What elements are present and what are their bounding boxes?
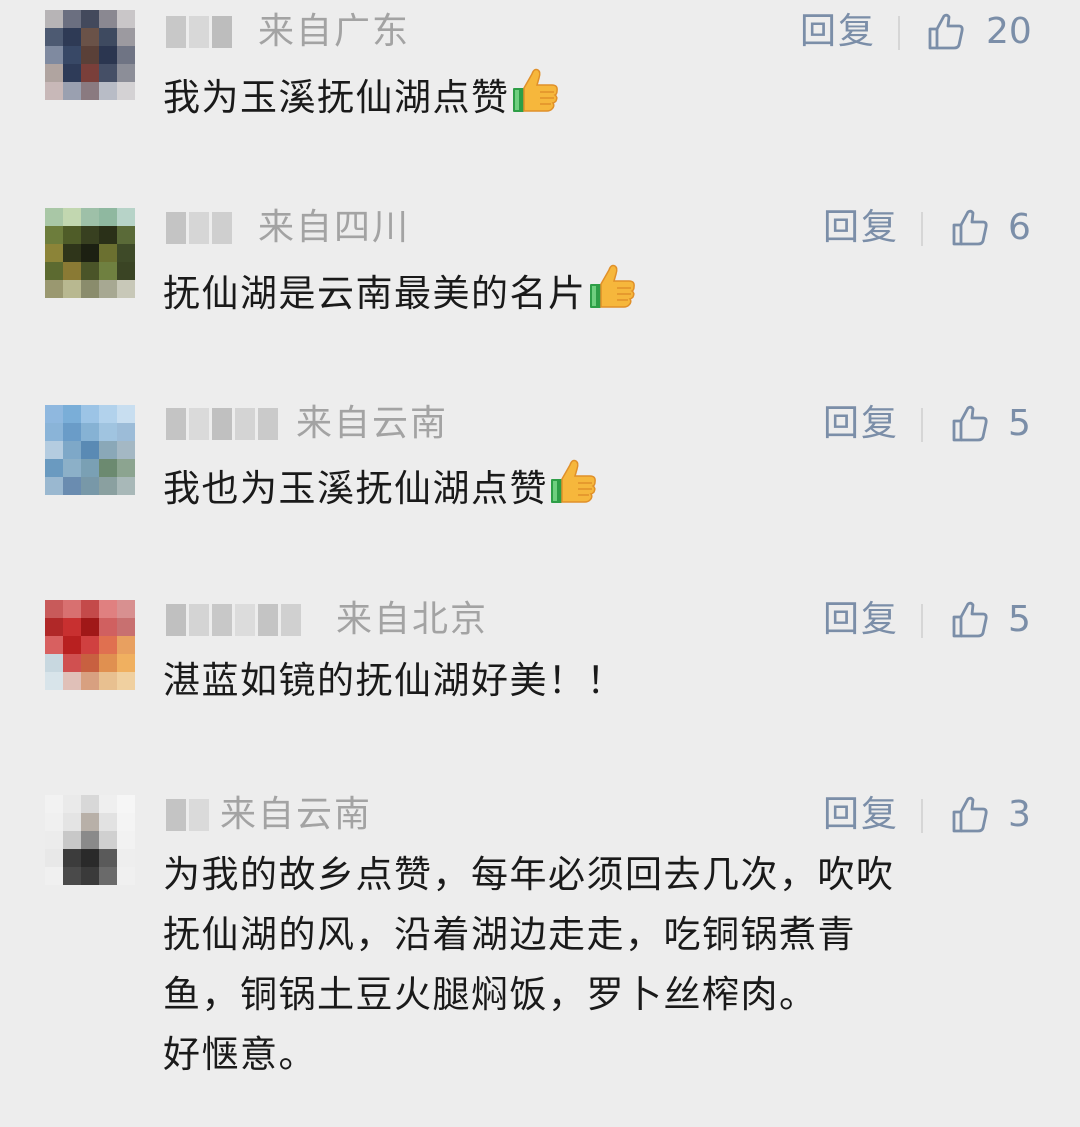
comment-text-line: 抚仙湖的风，沿着湖边走走，吃铜锅煮青 xyxy=(163,913,856,956)
avatar[interactable] xyxy=(45,600,135,690)
username-blurred[interactable] xyxy=(166,14,232,50)
comment-text: 抚仙湖是云南最美的名片 xyxy=(163,260,1033,324)
comment-text-content: 湛蓝如镜的抚仙湖好美！！ xyxy=(163,659,625,702)
like-count: 20 xyxy=(986,11,1032,52)
username-blurred[interactable] xyxy=(166,210,232,246)
divider xyxy=(898,16,900,50)
avatar[interactable] xyxy=(45,10,135,100)
region-label: 来自四川 xyxy=(258,207,411,248)
username-blurred[interactable] xyxy=(166,602,301,638)
divider xyxy=(921,604,923,638)
reply-button[interactable]: 回复 xyxy=(823,797,899,833)
avatar[interactable] xyxy=(45,208,135,298)
like-count: 5 xyxy=(1008,599,1031,640)
thumbs-up-outline-icon[interactable] xyxy=(926,12,966,52)
comment-text: 湛蓝如镜的抚仙湖好美！！ xyxy=(163,651,1033,711)
region-label: 来自广东 xyxy=(258,11,411,52)
comment-text-line: 鱼，铜锅土豆火腿焖饭，罗卜丝榨肉。 xyxy=(163,973,818,1016)
comment-text-content: 我也为玉溪抚仙湖点赞 xyxy=(163,467,548,510)
reply-button[interactable]: 回复 xyxy=(800,14,876,50)
thumbs-up-emoji-icon xyxy=(510,64,562,116)
comment-text: 我也为玉溪抚仙湖点赞 xyxy=(163,455,1033,519)
avatar[interactable] xyxy=(45,405,135,495)
thumbs-up-outline-icon[interactable] xyxy=(950,404,990,444)
region-label: 来自云南 xyxy=(296,403,449,444)
comment-text-line: 好惬意。 xyxy=(163,1033,317,1076)
thumbs-up-outline-icon[interactable] xyxy=(950,208,990,248)
region-label: 来自北京 xyxy=(336,599,489,640)
divider xyxy=(921,408,923,442)
divider xyxy=(921,212,923,246)
thumbs-up-emoji-icon xyxy=(587,260,639,312)
reply-button[interactable]: 回复 xyxy=(823,210,899,246)
reply-button[interactable]: 回复 xyxy=(823,406,899,442)
like-count: 3 xyxy=(1008,794,1031,835)
comment-text-content: 我为玉溪抚仙湖点赞 xyxy=(163,76,510,119)
username-blurred[interactable] xyxy=(166,797,209,833)
comment-text-content: 抚仙湖是云南最美的名片 xyxy=(163,272,587,315)
like-count: 6 xyxy=(1008,207,1031,248)
comment-text-line: 为我的故乡点赞，每年必须回去几次，吹吹 xyxy=(163,853,895,896)
reply-button[interactable]: 回复 xyxy=(823,602,899,638)
divider xyxy=(921,799,923,833)
like-count: 5 xyxy=(1008,403,1031,444)
region-label: 来自云南 xyxy=(220,794,373,835)
thumbs-up-outline-icon[interactable] xyxy=(950,795,990,835)
comment-text: 为我的故乡点赞，每年必须回去几次，吹吹 抚仙湖的风，沿着湖边走走，吃铜锅煮青 鱼… xyxy=(163,845,1033,1085)
thumbs-up-emoji-icon xyxy=(548,455,600,507)
username-blurred[interactable] xyxy=(166,406,278,442)
thumbs-up-outline-icon[interactable] xyxy=(950,600,990,640)
avatar[interactable] xyxy=(45,795,135,885)
comment-text: 我为玉溪抚仙湖点赞 xyxy=(163,64,1033,128)
